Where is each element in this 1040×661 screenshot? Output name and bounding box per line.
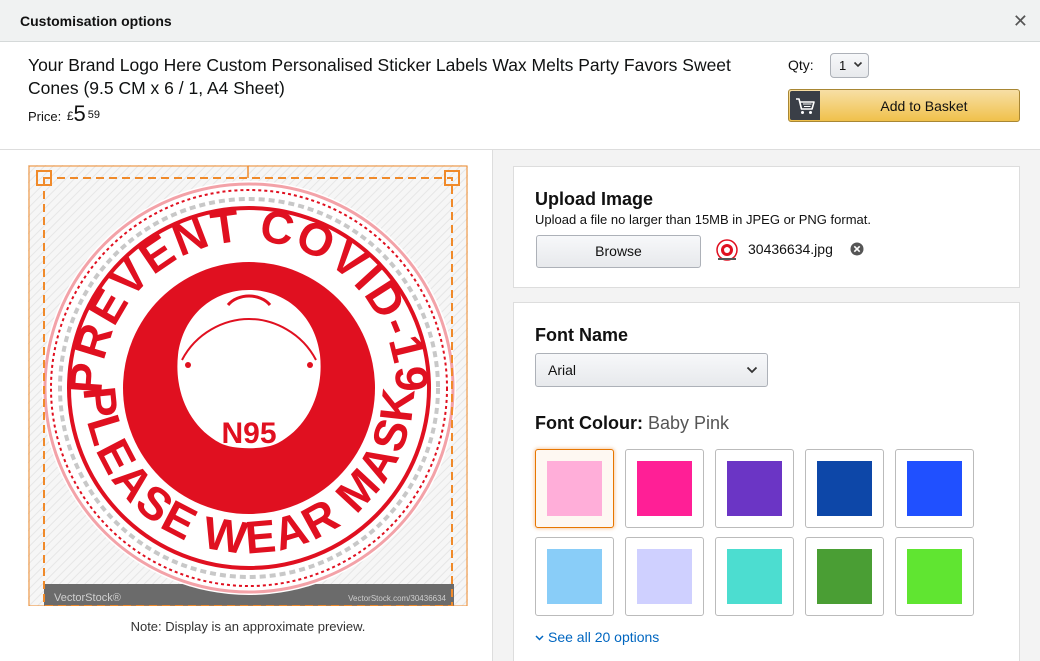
browse-button[interactable]: Browse (536, 235, 701, 268)
colour-swatch[interactable] (535, 537, 614, 616)
colour-swatch[interactable] (535, 449, 614, 528)
qty-label: Qty: (788, 57, 814, 73)
qty-value: 1 (839, 58, 847, 73)
colour-chip (727, 461, 782, 516)
upload-help: Upload a file no larger than 15MB in JPE… (535, 212, 871, 227)
colour-chip (817, 461, 872, 516)
font-colour-title: Font Colour: (535, 413, 643, 433)
sticker-preview: VectorStock® VectorStock.com/30436634 N9… (28, 165, 468, 606)
colour-swatch[interactable] (805, 449, 884, 528)
see-all-options-label: See all 20 options (548, 629, 660, 645)
sticker-center-text: N95 (221, 417, 276, 450)
upload-card: Upload Image Upload a file no larger tha… (513, 166, 1020, 288)
font-colour-label: Font Colour: Baby Pink (535, 413, 729, 434)
colour-chip (547, 549, 602, 604)
price-currency: £ (66, 108, 74, 123)
colour-chip (547, 461, 602, 516)
font-name-select[interactable]: Arial (535, 353, 768, 387)
price-fraction: 59 (87, 108, 101, 121)
font-colour-value: Baby Pink (647, 413, 730, 433)
remove-circle-icon[interactable] (850, 242, 864, 256)
sticker-graphic: N95 PREVENT COVID-19 PLEASE WEAR MASK (42, 181, 456, 595)
colour-chip (817, 549, 872, 604)
colour-swatch[interactable] (625, 537, 704, 616)
font-card: Font Name Arial Font Colour: Baby Pink S… (513, 302, 1020, 661)
colour-swatch[interactable] (715, 449, 794, 528)
add-to-basket-button[interactable]: Add to Basket (788, 89, 1020, 122)
colour-swatch[interactable] (715, 537, 794, 616)
upload-title: Upload Image (535, 189, 654, 209)
font-name-value: Arial (548, 362, 577, 378)
chevron-down-icon (853, 61, 863, 68)
colour-swatch[interactable] (625, 449, 704, 528)
see-all-options-link[interactable]: See all 20 options (535, 629, 659, 645)
add-to-basket-label: Add to Basket (880, 98, 968, 114)
price-whole: 5 (73, 101, 86, 126)
close-icon[interactable]: ✕ (1013, 11, 1028, 31)
font-name-title: Font Name (535, 325, 629, 345)
colour-chip (907, 549, 962, 604)
modal-title: Customisation options (20, 13, 172, 29)
uploaded-file-name: 30436634.jpg (748, 241, 833, 257)
colour-swatch[interactable] (895, 537, 974, 616)
price: Price: £5 59 (28, 101, 100, 127)
chevron-down-icon (535, 635, 544, 641)
modal-header: Customisation options ✕ (0, 0, 1040, 42)
preview-note: Note: Display is an approximate preview. (130, 619, 366, 634)
colour-chip (637, 461, 692, 516)
chevron-down-icon (746, 366, 758, 374)
watermark-right: VectorStock.com/30436634 (348, 594, 446, 603)
cart-icon (790, 91, 820, 120)
colour-chip (907, 461, 962, 516)
file-thumbnail-icon (716, 239, 738, 261)
watermark-left: VectorStock® (54, 592, 121, 604)
colour-swatch[interactable] (895, 449, 974, 528)
colour-swatch[interactable] (805, 537, 884, 616)
price-label: Price: (28, 109, 62, 124)
product-title: Your Brand Logo Here Custom Personalised… (28, 55, 731, 98)
colour-chip (637, 549, 692, 604)
colour-chip (727, 549, 782, 604)
qty-select[interactable]: 1 (830, 53, 869, 78)
